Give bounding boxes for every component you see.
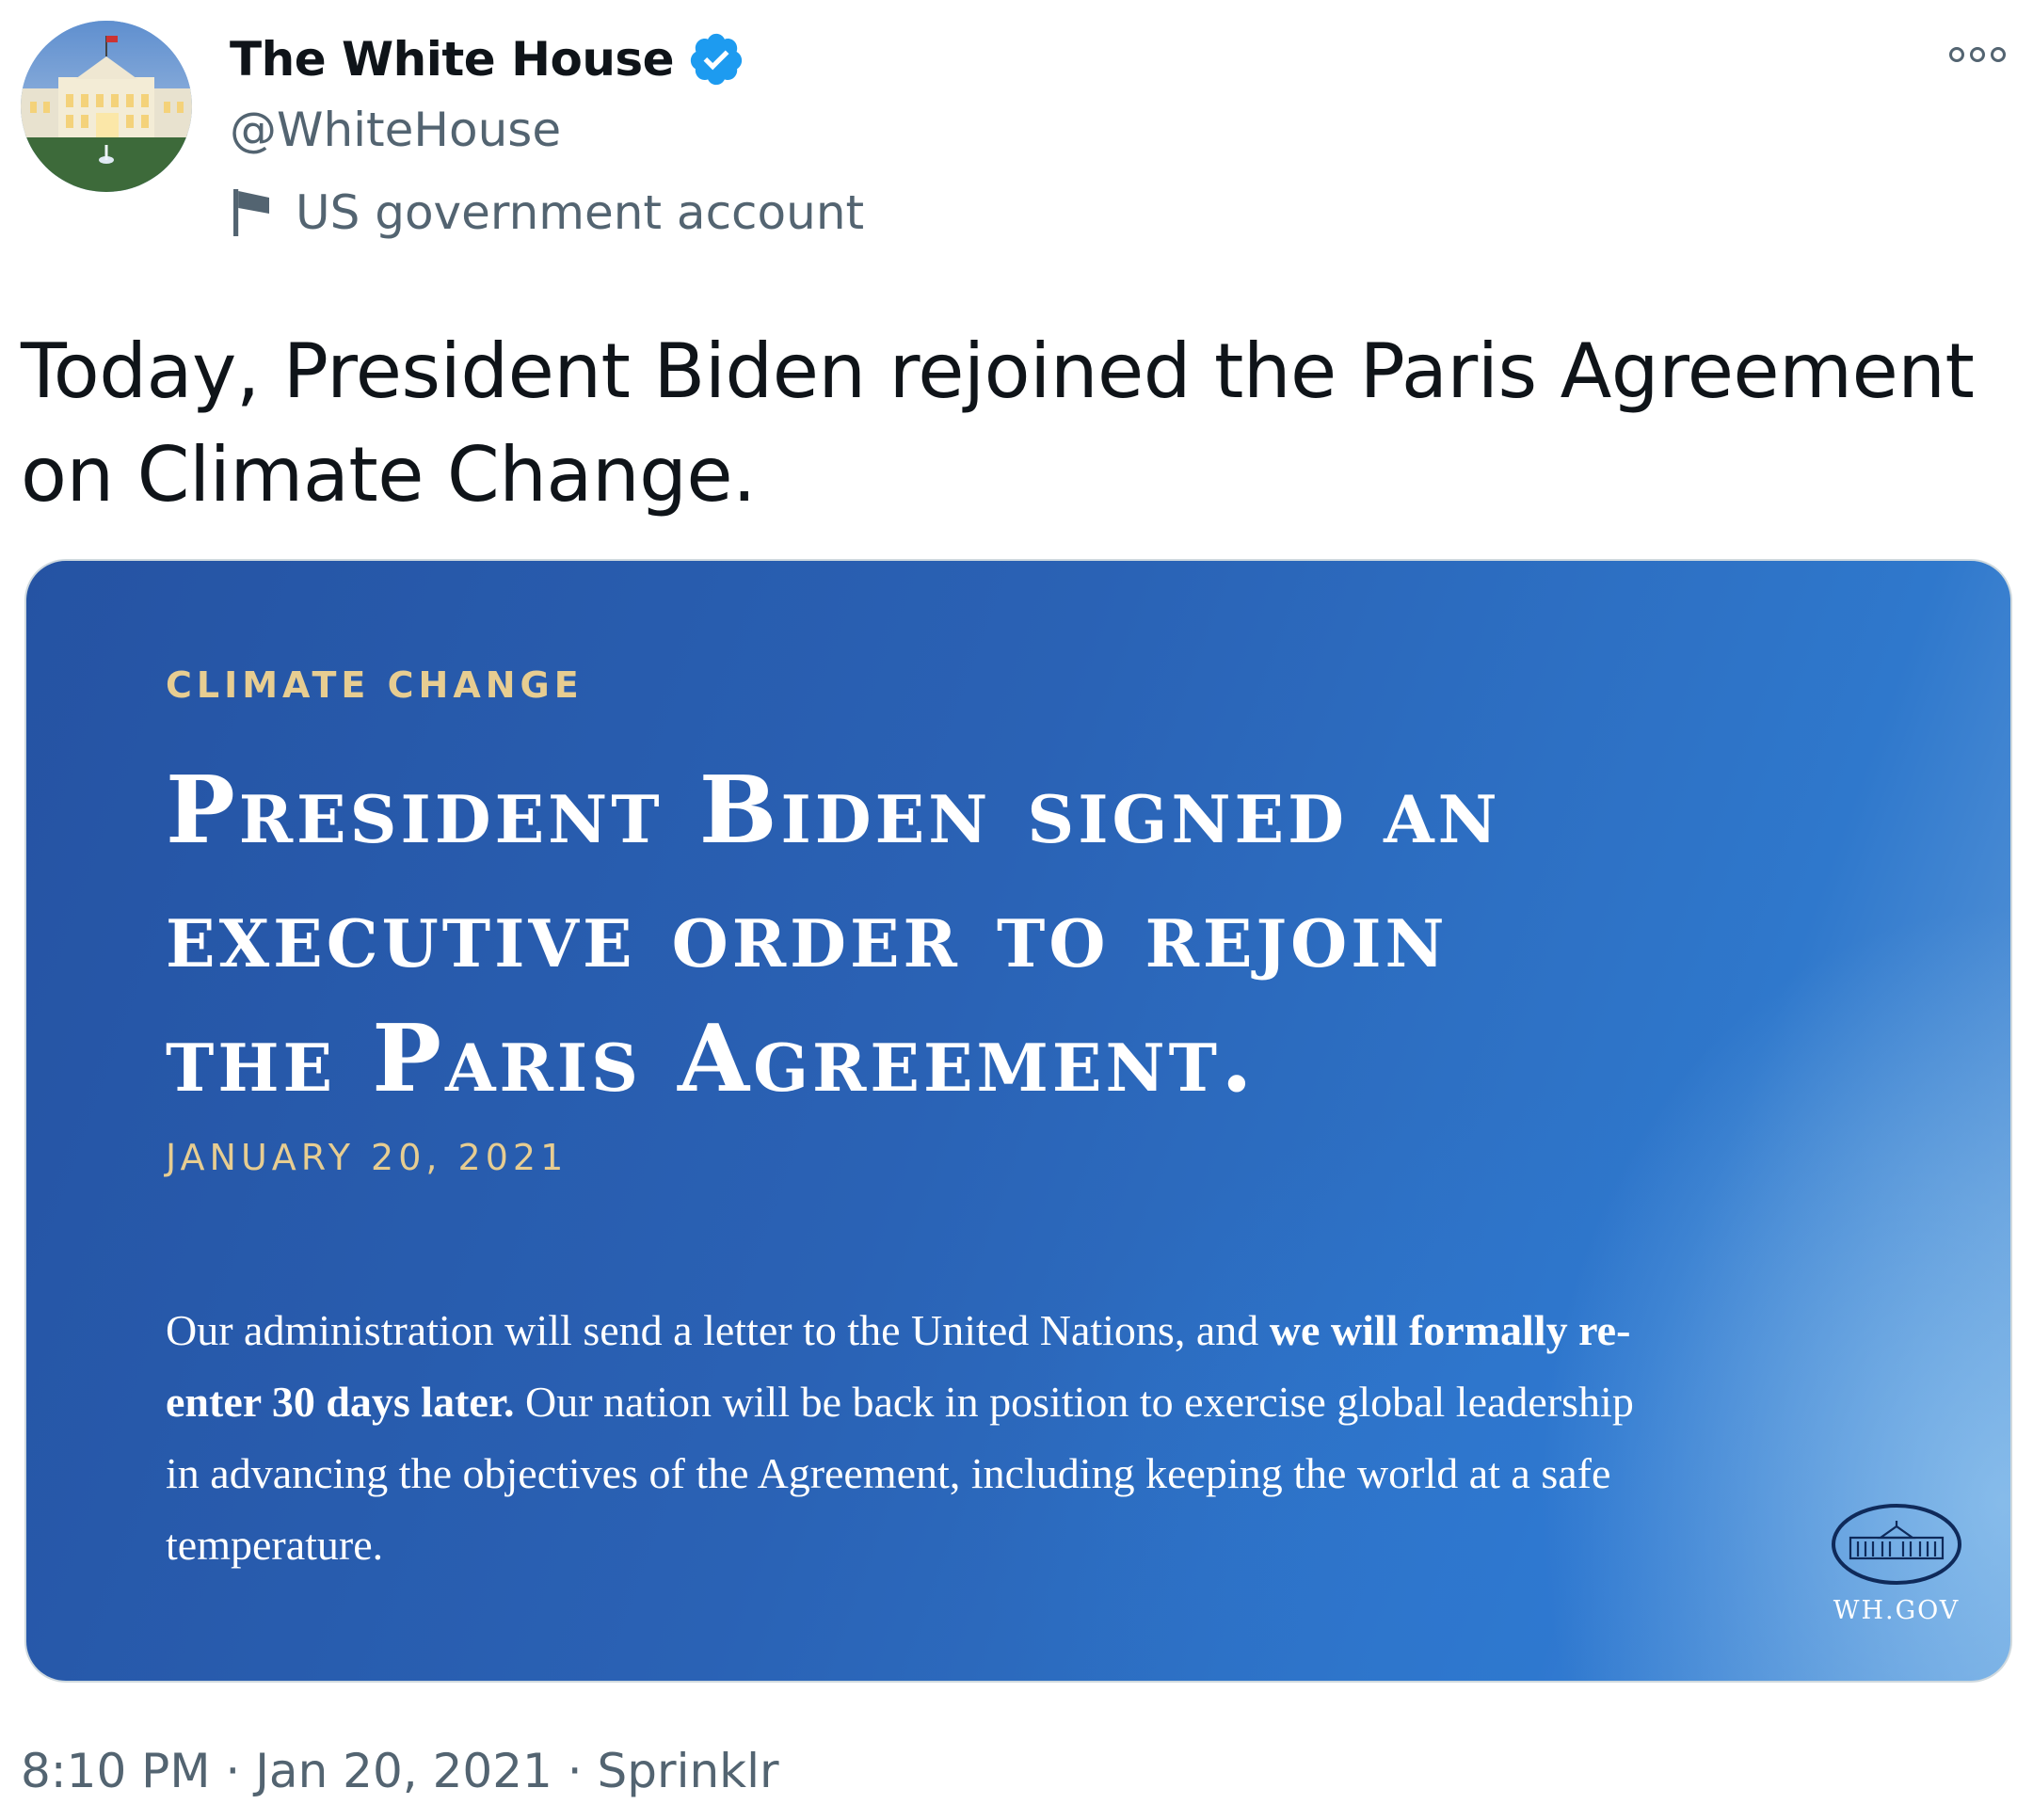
more-options-button[interactable]: [1945, 36, 2010, 73]
flag-icon: [233, 189, 269, 236]
seal-label: WH.GOV: [1833, 1596, 1961, 1625]
government-account-text: US government account: [296, 185, 865, 240]
card-headline-line: President Biden signed an: [166, 757, 1501, 865]
card-body-text: Our administration will send a letter to…: [166, 1306, 1270, 1354]
tweet-meta: 8:10 PM · Jan 20, 2021 · Sprinklr: [21, 1743, 779, 1799]
verified-badge-icon: [690, 33, 743, 86]
card-body: Our administration will send a letter to…: [166, 1295, 1634, 1581]
card-headline-line: executive order to rejoin: [166, 881, 1449, 989]
meta-separator: ·: [567, 1744, 583, 1798]
tweet-text: Today, President Biden rejoined the Pari…: [21, 327, 1975, 519]
government-account-label: US government account: [230, 184, 864, 241]
tweet-date[interactable]: Jan 20, 2021: [255, 1744, 552, 1798]
author-display-name[interactable]: The White House: [230, 31, 675, 88]
tweet-media-card[interactable]: CLIMATE CHANGE President Biden signed an…: [24, 559, 2012, 1683]
card-date: JANUARY 20, 2021: [166, 1137, 568, 1178]
meta-separator: ·: [225, 1744, 241, 1798]
card-headline: President Biden signed an executive orde…: [166, 749, 1766, 1122]
more-dots-icon: [1949, 47, 2006, 62]
tweet-time[interactable]: 8:10 PM: [21, 1744, 210, 1798]
avatar[interactable]: [21, 21, 192, 192]
author-name-row: The White House: [230, 30, 745, 88]
author-handle[interactable]: @WhiteHouse: [230, 102, 561, 158]
card-headline-line: the Paris Agreement.: [166, 1005, 1257, 1113]
card-kicker: CLIMATE CHANGE: [166, 664, 584, 706]
white-house-photo-icon: [21, 21, 192, 192]
white-house-seal-icon: [1832, 1504, 1961, 1585]
tweet-source[interactable]: Sprinklr: [598, 1744, 779, 1798]
